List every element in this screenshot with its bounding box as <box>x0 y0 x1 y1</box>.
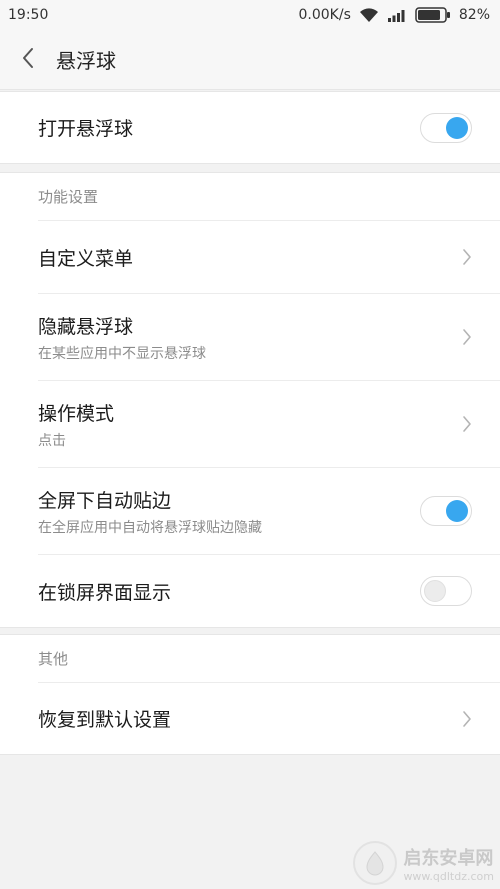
hide-floating-ball-row[interactable]: 隐藏悬浮球 在某些应用中不显示悬浮球 <box>0 294 500 380</box>
status-time: 19:50 <box>8 7 49 23</box>
chevron-right-icon <box>462 415 472 433</box>
other-card: 其他 恢复到默认设置 <box>0 634 500 755</box>
status-bar: 19:50 0.00K/s 82% <box>0 0 500 30</box>
operation-mode-label: 操作模式 <box>38 402 115 425</box>
function-settings-card: 功能设置 自定义菜单 隐藏悬浮球 在某些应用中不显示悬浮球 操作模式 点击 全屏… <box>0 172 500 628</box>
back-button[interactable] <box>0 30 56 90</box>
watermark-logo-icon <box>353 841 398 885</box>
watermark: 启东安卓网 www.qdltdz.com <box>353 841 494 885</box>
custom-menu-label: 自定义菜单 <box>38 247 134 270</box>
chevron-right-icon <box>462 710 472 728</box>
back-arrow-icon <box>21 47 35 73</box>
title-bar: 悬浮球 <box>0 30 500 90</box>
main-toggle-card: 打开悬浮球 <box>0 91 500 164</box>
hide-floating-ball-description: 在某些应用中不显示悬浮球 <box>38 345 206 362</box>
auto-edge-switch[interactable] <box>420 496 472 526</box>
section-header-function-settings: 功能设置 <box>38 188 99 206</box>
lockscreen-display-row[interactable]: 在锁屏界面显示 <box>0 555 500 627</box>
watermark-url: www.qdltdz.com <box>403 869 494 883</box>
switch-knob <box>446 116 468 139</box>
watermark-name: 启东安卓网 <box>403 847 494 869</box>
custom-menu-row[interactable]: 自定义菜单 <box>0 221 500 293</box>
operation-mode-row[interactable]: 操作模式 点击 <box>0 381 500 467</box>
floating-ball-toggle-label: 打开悬浮球 <box>38 118 134 140</box>
lockscreen-display-switch[interactable] <box>420 576 472 606</box>
chevron-right-icon <box>462 328 472 346</box>
floating-ball-switch[interactable] <box>420 112 472 143</box>
chevron-right-icon <box>462 248 472 266</box>
floating-ball-toggle-row[interactable]: 打开悬浮球 <box>0 92 500 163</box>
auto-edge-description: 在全屏应用中自动将悬浮球贴边隐藏 <box>38 519 262 536</box>
wifi-icon <box>359 7 379 23</box>
switch-knob <box>424 580 446 602</box>
signal-icon <box>387 8 407 22</box>
switch-knob <box>446 500 468 522</box>
page-title: 悬浮球 <box>56 49 116 73</box>
battery-percent: 82% <box>458 7 490 23</box>
auto-edge-row[interactable]: 全屏下自动贴边 在全屏应用中自动将悬浮球贴边隐藏 <box>0 468 500 554</box>
restore-defaults-row[interactable]: 恢复到默认设置 <box>0 683 500 754</box>
battery-icon <box>415 7 451 23</box>
network-speed: 0.00K/s <box>298 7 351 23</box>
operation-mode-value: 点击 <box>38 432 66 449</box>
section-header-other: 其他 <box>38 650 69 668</box>
restore-defaults-label: 恢复到默认设置 <box>38 709 172 731</box>
hide-floating-ball-label: 隐藏悬浮球 <box>38 315 134 338</box>
lockscreen-display-label: 在锁屏界面显示 <box>38 581 172 604</box>
auto-edge-label: 全屏下自动贴边 <box>38 489 172 512</box>
